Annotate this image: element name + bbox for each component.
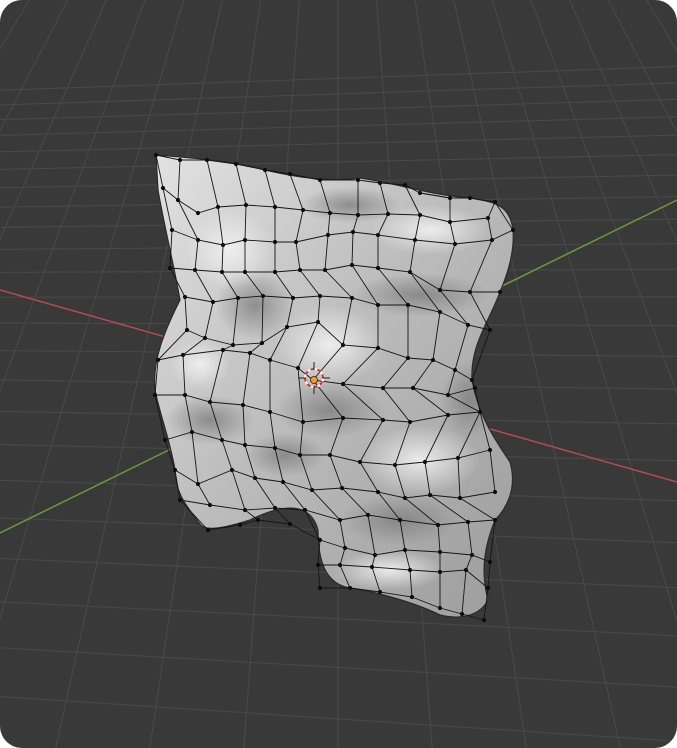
- viewport-canvas[interactable]: [0, 0, 677, 748]
- object-origin[interactable]: [310, 376, 318, 384]
- cloth-mesh[interactable]: [152, 152, 516, 623]
- 3d-viewport[interactable]: [0, 0, 677, 748]
